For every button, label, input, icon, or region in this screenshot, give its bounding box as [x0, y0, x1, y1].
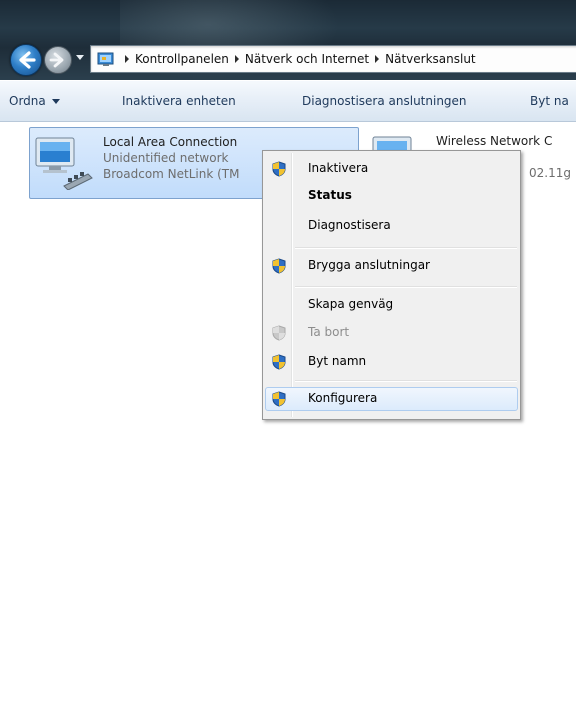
organize-button[interactable]: Ordna	[9, 94, 60, 108]
menu-item-label: Skapa genväg	[308, 297, 394, 311]
menu-item-bridge-connections[interactable]: Brygga anslutningar	[265, 254, 518, 278]
uac-shield-icon	[272, 161, 286, 177]
connection-name: Local Area Connection	[103, 135, 238, 149]
connection-name: Wireless Network C	[436, 134, 553, 148]
menu-item-label: Inaktivera	[308, 161, 369, 175]
context-menu: Inaktivera Status Diagnostisera Brygga a…	[262, 150, 521, 420]
menu-item-create-shortcut[interactable]: Skapa genväg	[265, 293, 518, 317]
uac-shield-icon	[272, 354, 286, 370]
menu-item-diagnose[interactable]: Diagnostisera	[265, 214, 518, 238]
uac-shield-icon	[272, 325, 286, 341]
menu-item-label: Byt namn	[308, 354, 367, 368]
arrow-left-icon	[19, 51, 36, 69]
diagnose-connection-button[interactable]: Diagnostisera anslutningen	[302, 94, 467, 108]
breadcrumb-separator-icon[interactable]	[125, 55, 129, 63]
menu-item-disable[interactable]: Inaktivera	[265, 157, 518, 181]
menu-item-label: Ta bort	[308, 325, 350, 339]
menu-separator	[295, 247, 517, 249]
breadcrumb-control-panel[interactable]: Kontrollpanelen	[135, 52, 229, 66]
menu-item-rename[interactable]: Byt namn	[265, 350, 518, 374]
arrow-right-icon	[49, 52, 64, 68]
address-bar[interactable]: Kontrollpanelen Nätverk och Internet Nät…	[90, 45, 576, 73]
chevron-down-icon	[51, 99, 60, 104]
connection-status: Unidentified network	[103, 151, 229, 165]
breadcrumb-network-connections[interactable]: Nätverksanslut	[385, 52, 476, 66]
recent-pages-chevron-down-icon[interactable]	[76, 55, 84, 60]
breadcrumb-network-internet[interactable]: Nätverk och Internet	[245, 52, 369, 66]
connection-adapter: Broadcom NetLink (TM	[103, 167, 240, 181]
menu-item-label: Diagnostisera	[308, 218, 391, 232]
breadcrumb-separator-icon[interactable]	[234, 55, 239, 63]
command-bar: Ordna Inaktivera enheten Diagnostisera a…	[0, 81, 576, 122]
rename-button[interactable]: Byt na	[530, 94, 569, 108]
menu-item-label: Brygga anslutningar	[308, 258, 430, 272]
disable-device-button[interactable]: Inaktivera enheten	[122, 94, 236, 108]
forward-button[interactable]	[44, 46, 72, 74]
menu-item-label: Konfigurera	[308, 391, 378, 405]
connection-adapter: 02.11g	[529, 166, 571, 180]
uac-shield-icon	[272, 391, 286, 407]
menu-item-status[interactable]: Status	[265, 184, 518, 208]
menu-separator	[295, 286, 517, 288]
menu-item-label: Status	[308, 188, 352, 202]
menu-item-configure[interactable]: Konfigurera	[265, 387, 518, 411]
breadcrumb-separator-icon[interactable]	[375, 55, 380, 63]
network-adapter-icon	[35, 137, 93, 190]
menu-separator	[295, 380, 517, 382]
uac-shield-icon	[272, 258, 286, 274]
back-button[interactable]	[10, 44, 42, 76]
menu-item-delete: Ta bort	[265, 321, 518, 345]
organize-label: Ordna	[9, 94, 46, 108]
window-titlebar: Kontrollpanelen Nätverk och Internet Nät…	[0, 0, 576, 80]
control-panel-icon	[97, 51, 115, 67]
